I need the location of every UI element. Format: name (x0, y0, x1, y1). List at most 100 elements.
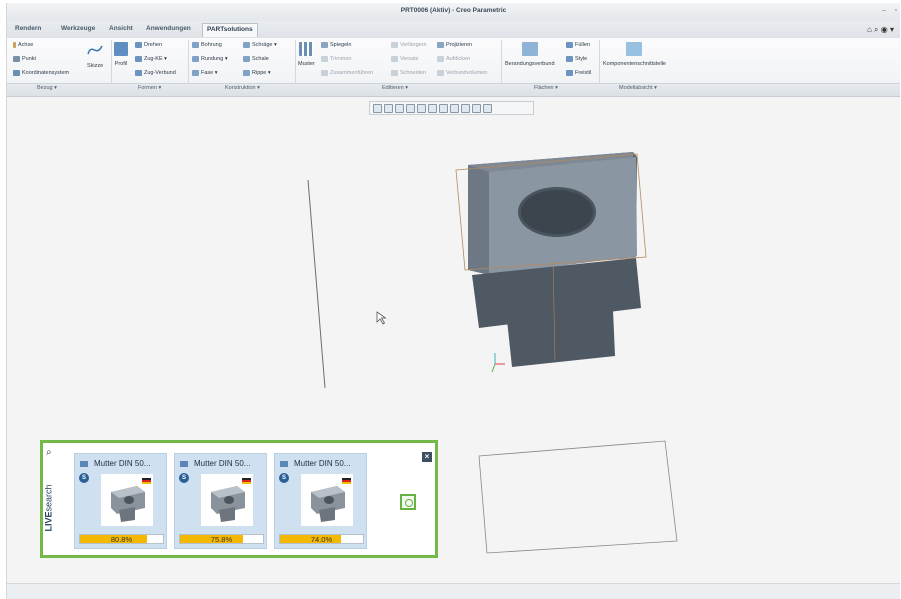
csys-icon (13, 70, 20, 76)
restore-button[interactable]: ▫ (895, 7, 897, 14)
window-title: PRT0006 (Aktiv) - Creo Parametric (400, 7, 507, 14)
tab-partsolutions[interactable]: PARTsolutions (202, 23, 258, 37)
draft-icon (243, 42, 250, 48)
fase-button[interactable]: Fase ▾ (192, 70, 218, 76)
axis-icon (13, 42, 16, 48)
tab-ansicht[interactable]: Ansicht (109, 25, 133, 32)
home-icon[interactable]: ⌂ (867, 25, 872, 34)
verbundvolumen-button[interactable]: Verbundvolumen (437, 70, 487, 76)
annotation-display-icon[interactable] (472, 103, 481, 113)
group-editieren[interactable]: Editieren ▾ (382, 85, 408, 91)
chevron-down-icon[interactable]: ▾ (890, 25, 894, 34)
freistil-button[interactable]: Freistil (566, 70, 591, 76)
group-formen[interactable]: Formen ▾ (138, 85, 161, 91)
tab-werkzeuge[interactable]: Werkzeuge (61, 25, 95, 32)
offset-icon (391, 56, 398, 62)
zug-ke-button[interactable]: Zug-KE ▾ (135, 56, 167, 62)
zoom-in-icon[interactable] (384, 103, 393, 113)
nut-thumbnail (301, 474, 353, 526)
versatz-button[interactable]: Versatz (391, 56, 418, 62)
display-style-icon[interactable] (417, 103, 426, 113)
repaint-icon[interactable] (406, 103, 415, 113)
chamfer-icon (192, 70, 199, 76)
component-interface-icon (626, 42, 643, 56)
mirror-icon (321, 42, 328, 48)
zoom-out-icon[interactable] (395, 103, 404, 113)
pattern-icon (299, 42, 314, 56)
rib-icon (243, 70, 250, 76)
zug-verbund-button[interactable]: Zug-Verbund (135, 70, 176, 76)
berandungsverbund-button[interactable]: Berandungsverbund (505, 42, 555, 67)
hole-icon (192, 42, 199, 48)
rundung-button[interactable]: Rundung ▾ (192, 56, 228, 62)
view-manager-icon[interactable] (439, 103, 448, 113)
saved-orientations-icon[interactable] (428, 103, 437, 113)
aufdicken-button[interactable]: Aufdicken (437, 56, 470, 62)
spiegeln-button[interactable]: Spiegeln (321, 42, 351, 48)
minimize-button[interactable]: – (882, 7, 886, 14)
result-card[interactable]: Mutter DIN 50... S 80.8% (74, 453, 167, 549)
rippe-button[interactable]: Rippe ▾ (243, 70, 271, 76)
fill-icon (566, 42, 573, 48)
ribbon: Achse Punkt Koordinatensystem Skizze Pro… (7, 38, 900, 97)
tab-rendern[interactable]: Rendern (15, 25, 41, 32)
result-title: Mutter DIN 50... (94, 459, 151, 468)
help-icon[interactable]: ◉ (881, 25, 888, 34)
solidify-icon (437, 70, 444, 76)
search-icon[interactable]: ⌕ (874, 25, 878, 34)
datum-display-icon[interactable] (461, 103, 470, 113)
match-progress: 80.8% (79, 534, 164, 544)
achse-button[interactable]: Achse (13, 42, 33, 48)
group-flaechen[interactable]: Flächen ▾ (534, 85, 558, 91)
status-bar (7, 583, 900, 599)
komponentenschnittstelle-button[interactable]: Komponentenschnittstelle (603, 42, 666, 67)
schraege-button[interactable]: Schräge ▾ (243, 42, 277, 48)
schneiden-button[interactable]: Schneiden (391, 70, 426, 76)
title-bar: PRT0006 (Aktiv) - Creo Parametric – ▫ (7, 3, 900, 21)
perspective-icon[interactable] (450, 103, 459, 113)
group-modellabsicht[interactable]: Modellabsicht ▾ (619, 85, 657, 91)
thicken-icon (437, 56, 444, 62)
result-card[interactable]: Mutter DIN 50... S 74.0% (274, 453, 367, 549)
intersect-icon (391, 70, 398, 76)
ribbon-group-labels: Bezug ▾ Formen ▾ Konstruktion ▾ Editiere… (7, 83, 900, 96)
schale-button[interactable]: Schale (243, 56, 269, 62)
zusammenfuehren-button[interactable]: Zusammenführen (321, 70, 373, 76)
round-icon (192, 56, 199, 62)
group-bezug[interactable]: Bezug ▾ (37, 85, 57, 91)
swept-blend-icon (135, 70, 142, 76)
result-card[interactable]: Mutter DIN 50... S 75.8% (174, 453, 267, 549)
match-percent: 74.0% (310, 535, 333, 544)
merge-icon (321, 70, 328, 76)
ribbon-tabs: Rendern Werkzeuge Ansicht Anwendungen PA… (7, 21, 900, 39)
skizze-button[interactable]: Skizze (87, 42, 103, 69)
drehen-button[interactable]: Drehen (135, 42, 162, 48)
group-konstruktion[interactable]: Konstruktion ▾ (225, 85, 260, 91)
datum-plane-line (307, 179, 326, 389)
profil-button[interactable]: Profil (114, 42, 128, 67)
refit-icon[interactable] (373, 103, 382, 113)
style-button[interactable]: Style (566, 56, 587, 62)
boundary-blend-icon (521, 42, 538, 56)
search-icon[interactable]: ⌕ (46, 447, 52, 458)
more-results-button[interactable] (400, 494, 416, 510)
spin-center-icon[interactable] (483, 103, 492, 113)
match-percent: 80.8% (110, 535, 133, 544)
muster-button[interactable]: Muster (298, 42, 315, 67)
logo-live: LIVE (43, 511, 54, 532)
catalog-badge-icon: S (279, 473, 289, 483)
close-button[interactable]: × (422, 452, 432, 462)
livesearch-panel: ⌕ LIVEsearch Mutter DIN 50... S 80.8% Mu… (40, 440, 438, 558)
koordinatensystem-button[interactable]: Koordinatensystem (13, 70, 69, 76)
trimmen-button[interactable]: Trimmen (321, 56, 352, 62)
punkt-button[interactable]: Punkt (13, 56, 36, 62)
verlaengern-button[interactable]: Verlängern (391, 42, 427, 48)
mouse-cursor (376, 311, 387, 325)
bohrung-button[interactable]: Bohrung (192, 42, 222, 48)
projizieren-button[interactable]: Projizieren (437, 42, 472, 48)
point-icon (13, 56, 20, 62)
part-icon (180, 461, 188, 467)
tab-anwendungen[interactable]: Anwendungen (146, 25, 191, 32)
fuellen-button[interactable]: Füllen (566, 42, 590, 48)
profile-icon (114, 42, 128, 56)
